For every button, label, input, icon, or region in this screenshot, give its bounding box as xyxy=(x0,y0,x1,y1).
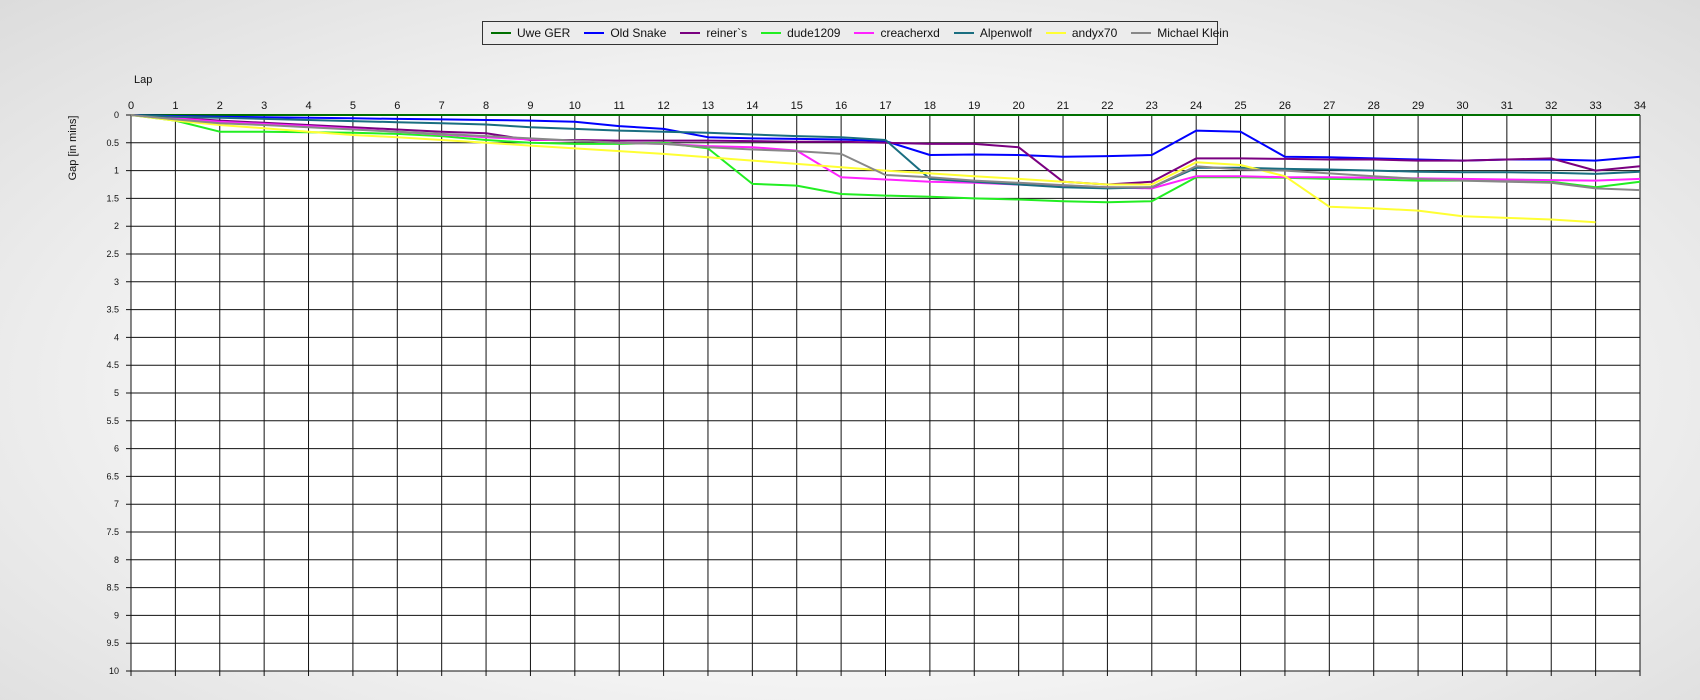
chart: 0 1 2 3 4 5 6 7 8 9 10 11 12 13 14 15 16 17 18 19 20 21 22 23 24… xyxy=(0,0,1700,700)
legend-item-alpenwolf: Alpenwolf xyxy=(953,26,1032,40)
x-tick-label: 34 xyxy=(1634,100,1646,112)
legend-swatch xyxy=(491,32,511,34)
legend-label: Michael Klein xyxy=(1157,26,1229,40)
x-tick-label: 6 xyxy=(394,100,400,112)
legend-label: Uwe GER xyxy=(517,26,571,40)
x-tick-label: 30 xyxy=(1456,100,1468,112)
x-tick-label: 14 xyxy=(746,100,758,112)
legend-swatch xyxy=(854,32,875,34)
legend-label: dude1209 xyxy=(787,26,841,40)
y-tick-label: 6.5 xyxy=(106,471,119,481)
legend-item-dude1209: dude1209 xyxy=(761,26,840,40)
x-tick-label: 18 xyxy=(924,100,936,112)
legend-label: reiner`s xyxy=(706,26,748,40)
y-tick-label: 3.5 xyxy=(106,305,119,315)
y-tick-label: 0.5 xyxy=(106,138,119,148)
legend-swatch xyxy=(584,32,605,34)
x-tick-label: 23 xyxy=(1146,100,1158,112)
legend-label: creacherxd xyxy=(880,26,940,40)
x-tick-label: 28 xyxy=(1368,100,1380,112)
y-tick-label: 3 xyxy=(114,277,119,287)
y-tick-label: 1 xyxy=(114,166,119,176)
x-tick-label: 26 xyxy=(1279,100,1291,112)
x-tick-label: 25 xyxy=(1234,100,1246,112)
x-tick-label: 10 xyxy=(569,100,581,112)
x-tick-label: 22 xyxy=(1101,100,1113,112)
x-tick-label: 32 xyxy=(1545,100,1557,112)
y-tick-label: 8.5 xyxy=(106,583,119,593)
y-tick-label: 8 xyxy=(114,555,119,565)
legend-swatch xyxy=(680,32,701,34)
legend: Uwe GER Old Snake reiner`s dude1209 creacher… xyxy=(482,21,1229,45)
legend-label: Old Snake xyxy=(610,26,667,40)
y-tick-label: 6 xyxy=(114,444,119,454)
x-tick-label: 0 xyxy=(128,100,134,112)
y-tick-label: 1.5 xyxy=(106,193,119,203)
legend-label: Alpenwolf xyxy=(979,26,1032,40)
legend-item-reiner-s: reiner`s xyxy=(680,26,747,40)
y-axis-label: Gap [in mins] xyxy=(67,116,79,181)
legend-item-old-snake: Old Snake xyxy=(584,26,666,40)
x-tick-label: 16 xyxy=(835,100,847,112)
x-tick-label: 19 xyxy=(968,100,980,112)
y-tick-label: 0 xyxy=(114,110,119,120)
x-tick-label: 15 xyxy=(791,100,803,112)
legend-swatch xyxy=(1045,32,1066,34)
legend-swatch xyxy=(1131,32,1152,34)
legend-label: andyx70 xyxy=(1071,26,1118,40)
y-tick-label: 4.5 xyxy=(106,360,119,370)
y-tick-label: 2.5 xyxy=(106,249,119,259)
x-tick-label: 4 xyxy=(305,100,311,112)
y-tick-label: 5 xyxy=(114,388,119,398)
x-tick-label: 33 xyxy=(1589,100,1601,112)
y-tick-label: 7.5 xyxy=(106,527,119,537)
x-tick-label: 7 xyxy=(439,100,445,112)
x-tick-label: 12 xyxy=(657,100,669,112)
x-tick-label: 2 xyxy=(217,100,223,112)
x-tick-label: 17 xyxy=(879,100,891,112)
legend-swatch xyxy=(953,32,974,34)
x-tick-label: 24 xyxy=(1190,100,1202,112)
y-tick-label: 9.5 xyxy=(106,638,119,648)
x-tick-label: 29 xyxy=(1412,100,1424,112)
x-tick-label: 21 xyxy=(1057,100,1069,112)
y-tick-label: 10 xyxy=(109,666,119,676)
x-tick-label: 5 xyxy=(350,100,356,112)
x-tick-label: 9 xyxy=(527,100,533,112)
x-tick-label: 13 xyxy=(702,100,714,112)
legend-item-andyx70: andyx70 xyxy=(1045,26,1118,40)
chart-plot: 0 1 2 3 4 5 6 7 8 9 10 11 12 13 14 15 16 17 18 19 20 21 22 23 24… xyxy=(67,74,1646,676)
x-tick-label: 20 xyxy=(1013,100,1025,112)
x-tick-label: 8 xyxy=(483,100,489,112)
x-tick-label: 31 xyxy=(1501,100,1513,112)
y-tick-label: 4 xyxy=(114,332,119,342)
legend-item-michael-klein: Michael Klein xyxy=(1131,26,1229,40)
y-tick-label: 5.5 xyxy=(106,416,119,426)
legend-swatch xyxy=(761,32,782,34)
x-tick-label: 3 xyxy=(261,100,267,112)
legend-item-creacherxd: creacherxd xyxy=(854,26,940,40)
x-axis-label: Lap xyxy=(134,74,152,86)
x-tick-label: 27 xyxy=(1323,100,1335,112)
x-tick-label: 11 xyxy=(613,100,624,112)
x-tick-label: 1 xyxy=(172,100,178,112)
y-tick-label: 9 xyxy=(114,610,119,620)
y-tick-label: 7 xyxy=(114,499,119,509)
y-tick-label: 2 xyxy=(114,221,119,231)
legend-item-uwe-ger: Uwe GER xyxy=(491,26,570,40)
